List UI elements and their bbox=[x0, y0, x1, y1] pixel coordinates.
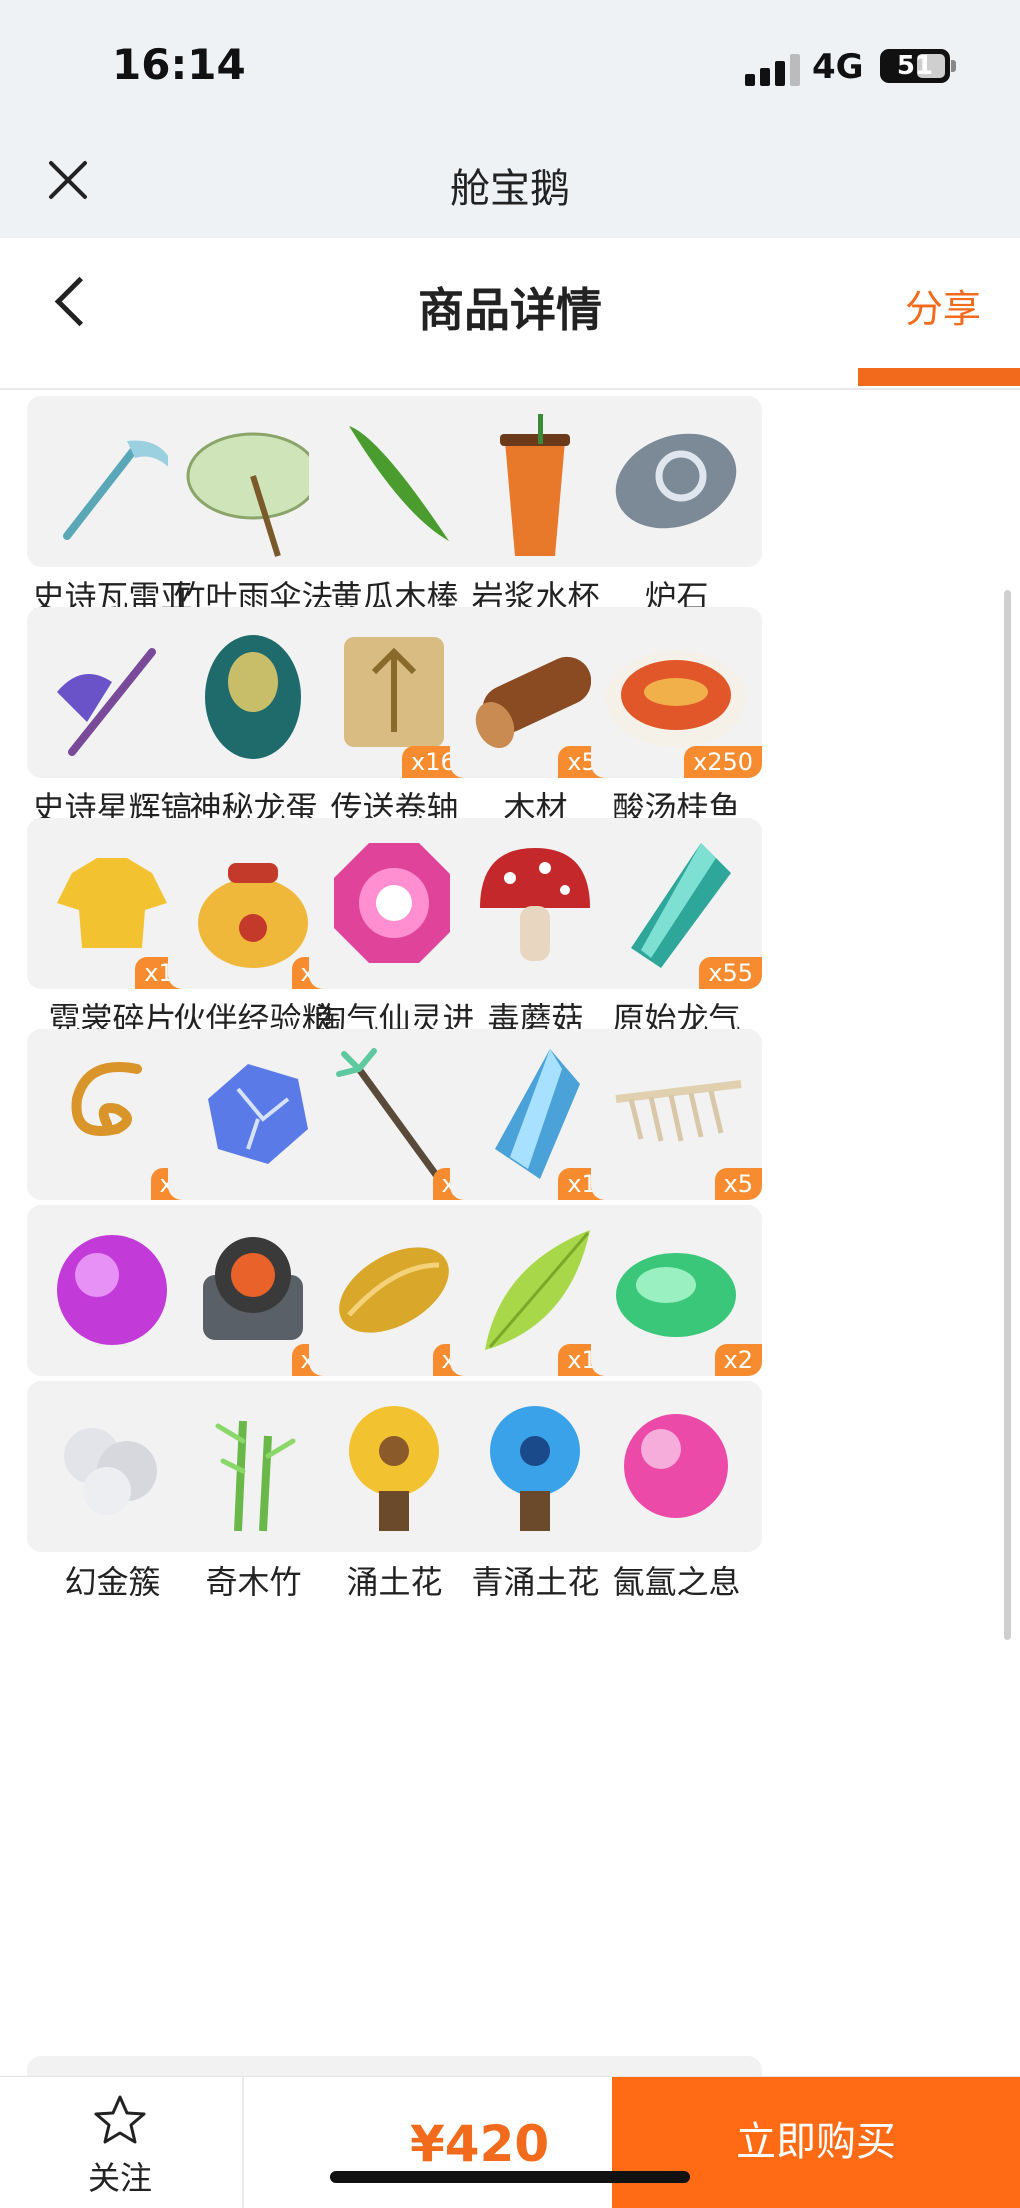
follow-button[interactable]: 关注 bbox=[60, 2093, 180, 2199]
item-thumbnail bbox=[591, 2056, 762, 2078]
scrollbar[interactable] bbox=[1004, 590, 1011, 1640]
item-name: 氤氲之息 bbox=[612, 1563, 741, 1601]
network-label: 4G bbox=[812, 47, 864, 87]
page-title: 商品详情 bbox=[418, 283, 602, 337]
hearthstone-icon bbox=[615, 433, 737, 529]
mini-program-title: 舱宝鹅 bbox=[450, 166, 570, 212]
home-indicator bbox=[330, 2171, 690, 2183]
item-thumbnail: x2 bbox=[591, 1205, 762, 1376]
divider bbox=[242, 2077, 244, 2208]
item-thumbnail: x5 bbox=[591, 1029, 762, 1200]
item-grid: 史诗瓦雷亚镰刀竹叶雨伞法杖黄瓜木棒岩浆水杯炉石史诗星辉镐斧神秘龙蛋x166传送卷… bbox=[0, 388, 1020, 2078]
battery-level: 51 bbox=[896, 51, 934, 81]
item-thumbnail: x250 bbox=[591, 607, 762, 778]
page-header: 商品详情 分享 bbox=[0, 238, 1020, 390]
battery-cap bbox=[951, 60, 956, 72]
follow-label: 关注 bbox=[87, 2159, 152, 2197]
share-button[interactable]: 分享 bbox=[905, 278, 981, 333]
item-thumbnail: x55 bbox=[591, 818, 762, 989]
status-time: 16:14 bbox=[112, 40, 246, 89]
bottom-bar: 关注 ¥420 立即购买 bbox=[0, 2076, 1020, 2208]
status-bar: 16:14 4G 51 bbox=[0, 0, 1020, 130]
quantity-badge: x250 bbox=[683, 746, 762, 778]
mini-program-header: 舱宝鹅 bbox=[0, 130, 1020, 238]
star-icon bbox=[94, 2095, 146, 2144]
item-thumbnail bbox=[591, 396, 762, 567]
quantity-badge: x55 bbox=[699, 957, 762, 989]
price: ¥420 bbox=[410, 2115, 550, 2173]
quantity-badge: x2 bbox=[714, 1344, 762, 1376]
quantity-badge: x5 bbox=[714, 1168, 762, 1200]
item-thumbnail bbox=[591, 1381, 762, 1552]
orb-icon bbox=[624, 1414, 728, 1518]
buy-now-button[interactable]: 立即购买 bbox=[612, 2077, 1020, 2208]
battery-icon: 51 bbox=[880, 49, 950, 83]
share-tab-indicator bbox=[858, 368, 1020, 386]
signal-icon bbox=[745, 52, 801, 86]
